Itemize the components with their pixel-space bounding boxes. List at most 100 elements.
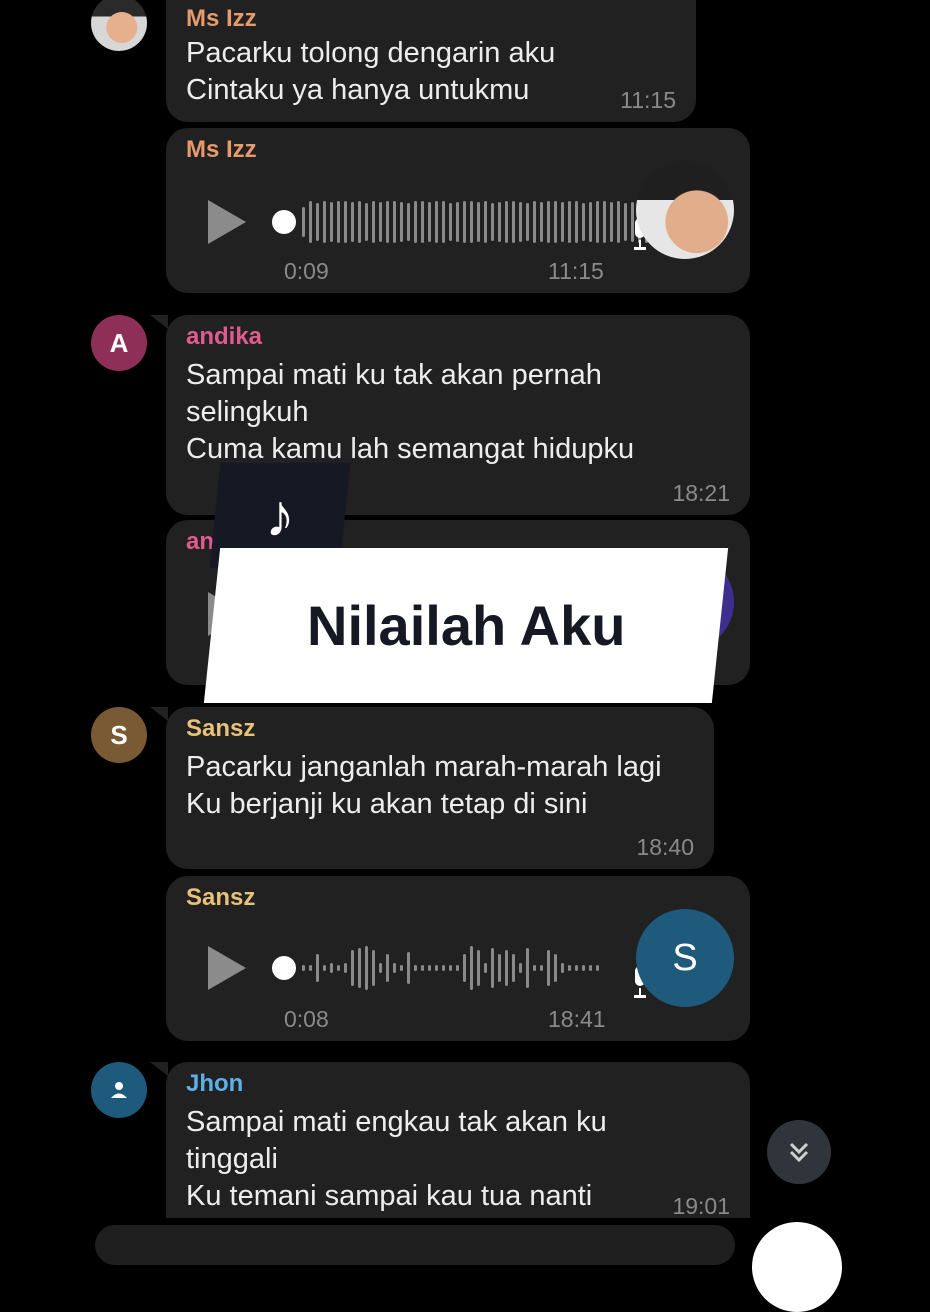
scroll-down-button[interactable] [767, 1120, 831, 1184]
waveform-bar [449, 965, 452, 971]
waveform-bar [358, 201, 361, 243]
waveform-bar [330, 963, 333, 973]
waveform-bar [589, 965, 592, 971]
waveform-bar [414, 965, 417, 971]
sender-name: Jhon [186, 1070, 244, 1097]
waveform-bar [407, 203, 410, 241]
person-icon [111, 1082, 127, 1098]
waveform-bar [344, 201, 347, 243]
voice-duration: 0:08 [284, 1006, 329, 1032]
play-icon[interactable] [208, 200, 246, 244]
waveform-bar [323, 965, 326, 971]
sender-name: Sansz [186, 715, 256, 742]
waveform-bar [484, 963, 487, 973]
waveform-bar [323, 201, 326, 243]
playback-handle[interactable] [272, 210, 296, 234]
avatar[interactable]: S [91, 707, 147, 763]
waveform-bar [442, 965, 445, 971]
waveform-bar [575, 201, 578, 243]
waveform-bar [477, 202, 480, 242]
waveform-bar [463, 201, 466, 243]
waveform-bar [386, 201, 389, 243]
waveform-bar [561, 202, 564, 242]
waveform-bar [372, 201, 375, 243]
waveform-bar [316, 954, 319, 982]
waveform-bar [512, 954, 515, 982]
voice-avatar[interactable] [636, 161, 734, 259]
sender-name: an [186, 528, 215, 555]
message-bubble[interactable]: Jhon Sampai mati engkau tak akan ku ting… [166, 1062, 750, 1219]
waveform-bar [568, 201, 571, 243]
avatar[interactable] [91, 1062, 147, 1118]
waveform-bar [484, 201, 487, 243]
waveform-bar [491, 203, 494, 241]
waveform-bar [596, 201, 599, 243]
waveform-bar [393, 201, 396, 243]
waveform-bar [442, 201, 445, 243]
waveform-bar [526, 203, 529, 241]
waveform-bar [561, 963, 564, 973]
waveform-bar [414, 201, 417, 243]
sender-name: Ms Izz [186, 136, 257, 163]
waveform-bar [554, 954, 557, 982]
message-time: 11:15 [548, 258, 604, 284]
waveform-bar [351, 202, 354, 242]
play-icon[interactable] [208, 946, 246, 990]
waveform-bar [547, 950, 550, 986]
waveform-bar [554, 201, 557, 243]
waveform-bar [365, 946, 368, 990]
avatar-letter: S [110, 719, 128, 750]
waveform-bar [400, 965, 403, 971]
bubble-tail [150, 315, 168, 329]
waveform-bar [568, 965, 571, 971]
waveform-bar [491, 948, 494, 988]
sender-name: Ms Izz [186, 5, 257, 32]
waveform-bar [617, 201, 620, 243]
waveform-bar [309, 201, 312, 243]
waveform-bar [428, 202, 431, 242]
waveform-bar [435, 201, 438, 243]
sender-name: andika [186, 323, 263, 350]
waveform-bar [421, 965, 424, 971]
waveform-bar [540, 965, 543, 971]
waveform-bar [316, 203, 319, 241]
waveform-bar [435, 965, 438, 971]
waveform-bar [526, 948, 529, 988]
waveform-bar [365, 203, 368, 241]
send-button[interactable] [752, 1222, 842, 1312]
waveform-bar [477, 950, 480, 986]
waveform-bar [498, 954, 501, 982]
playback-handle[interactable] [272, 956, 296, 980]
bubble-tail [150, 1062, 168, 1076]
waveform-bar [533, 965, 536, 971]
message-time: 11:15 [620, 87, 676, 113]
waveform-bar [358, 948, 361, 988]
waveform-bar [337, 965, 340, 971]
waveform-bar [470, 201, 473, 243]
voice-avatar[interactable]: S [636, 909, 734, 1007]
message-text: Sampai mati engkau tak akan ku tinggali … [186, 1106, 607, 1212]
message-bubble[interactable]: Ms Izz Pacarku tolong dengarin aku Cinta… [166, 0, 696, 122]
waveform-bar [400, 202, 403, 242]
voice-waveform[interactable] [302, 198, 669, 246]
bubble-tail [150, 707, 168, 721]
sender-name: Sansz [186, 884, 256, 911]
waveform-bar [596, 965, 599, 971]
double-chevron-down-icon [789, 1142, 809, 1163]
overlay-banner: Nilailah Aku [203, 548, 729, 703]
avatar[interactable]: A [91, 315, 147, 371]
waveform-bar [337, 201, 340, 243]
waveform-bar [428, 965, 431, 971]
waveform-bar [372, 950, 375, 986]
message-input-bar[interactable] [95, 1225, 735, 1265]
avatar[interactable] [91, 0, 147, 51]
waveform-bar [575, 965, 578, 971]
waveform-bar [505, 201, 508, 243]
waveform-bar [330, 202, 333, 242]
message-bubble[interactable]: Sansz Pacarku janganlah marah-marah lagi… [166, 707, 714, 869]
message-time: 18:21 [672, 480, 730, 506]
waveform-bar [512, 201, 515, 243]
voice-duration: 0:09 [284, 258, 329, 284]
voice-waveform[interactable] [302, 944, 599, 992]
waveform-bar [344, 963, 347, 973]
